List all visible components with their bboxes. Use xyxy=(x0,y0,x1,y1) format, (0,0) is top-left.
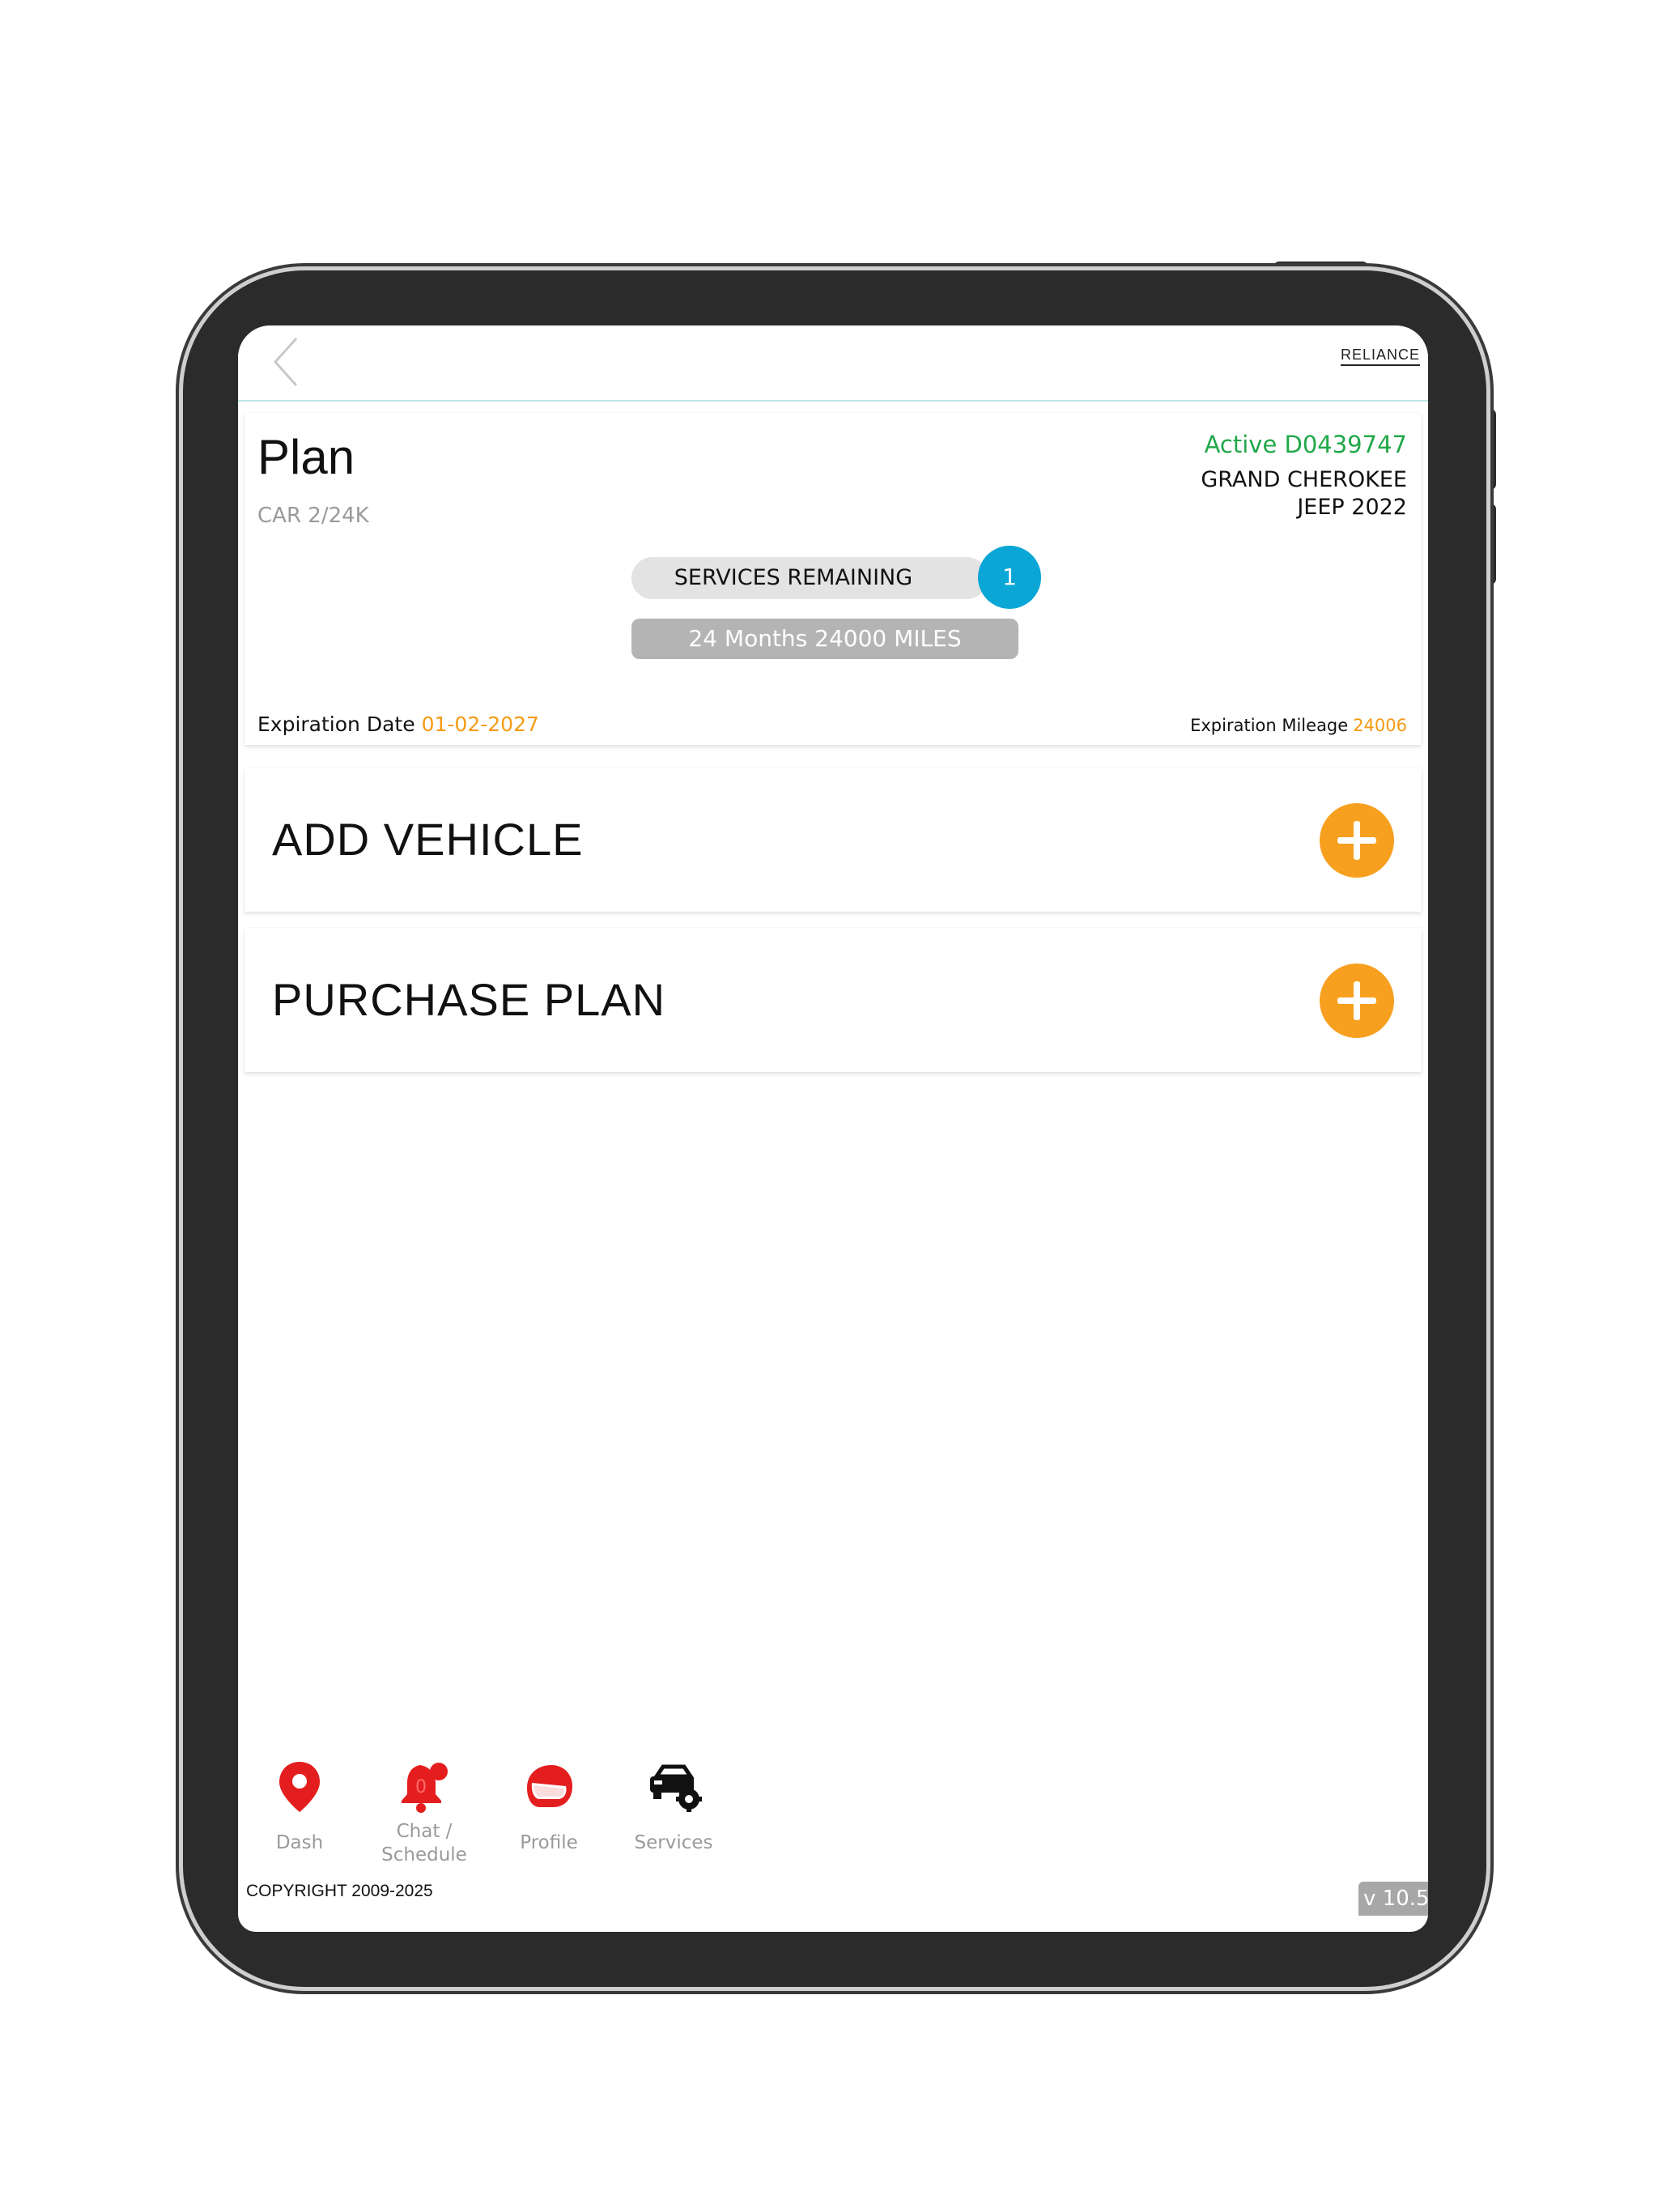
nav-chat-schedule-label: Chat / Schedule xyxy=(368,1820,481,1867)
expiration-date-label: Expiration Date xyxy=(257,713,415,736)
nav-chat-label-line1: Chat / xyxy=(396,1821,453,1842)
app-screen: RELIANCE Plan CAR 2/24K Active D0439747 … xyxy=(238,325,1428,1932)
nav-profile[interactable]: Profile xyxy=(492,1759,606,1855)
nav-services[interactable]: Services xyxy=(617,1759,730,1855)
expiration-mileage-value: 24006 xyxy=(1353,716,1407,735)
nav-services-label: Services xyxy=(634,1832,713,1853)
bell-icon: 0 xyxy=(402,1763,448,1813)
map-pin-icon xyxy=(279,1762,320,1812)
expiration-mileage-label: Expiration Mileage xyxy=(1190,716,1349,735)
plus-circle-icon[interactable] xyxy=(1320,803,1394,878)
page-title: Plan xyxy=(257,430,355,484)
add-vehicle-label: ADD VEHICLE xyxy=(272,814,584,865)
services-remaining-count: 1 xyxy=(978,546,1041,609)
plus-circle-icon[interactable] xyxy=(1320,963,1394,1038)
nav-chat-schedule[interactable]: 0 Chat / Schedule xyxy=(368,1759,481,1867)
helmet-icon xyxy=(527,1765,572,1807)
expiration-mileage: Expiration Mileage 24006 xyxy=(1190,716,1407,735)
vehicle-model: GRAND CHEROKEE xyxy=(1201,467,1407,492)
vehicle-info: GRAND CHEROKEE JEEP 2022 xyxy=(1201,466,1407,521)
add-vehicle-button[interactable]: ADD VEHICLE xyxy=(244,768,1422,912)
expiration-date: Expiration Date 01-02-2027 xyxy=(257,713,539,736)
chat-badge-count: 0 xyxy=(415,1777,427,1797)
nav-dash-label: Dash xyxy=(275,1832,324,1853)
car-gear-icon xyxy=(650,1764,702,1812)
volume-up-button xyxy=(1485,409,1496,490)
copyright-text: COPYRIGHT 2009-2025 xyxy=(246,1882,433,1900)
nav-profile-label: Profile xyxy=(520,1832,578,1853)
version-badge: v 10.5 xyxy=(1358,1882,1428,1916)
plan-code: CAR 2/24K xyxy=(257,504,369,528)
top-bar: RELIANCE xyxy=(238,325,1428,402)
expiration-date-value: 01-02-2027 xyxy=(421,713,539,736)
services-remaining-pill: SERVICES REMAINING xyxy=(631,557,988,599)
purchase-plan-button[interactable]: PURCHASE PLAN xyxy=(244,928,1422,1072)
volume-down-button xyxy=(1485,504,1496,585)
chevron-left-icon xyxy=(273,337,298,387)
vehicle-make-year: JEEP 2022 xyxy=(1297,495,1407,520)
back-button[interactable] xyxy=(269,334,308,390)
plan-term: 24 Months 24000 MILES xyxy=(631,619,1018,659)
brand-logo: RELIANCE xyxy=(1340,347,1420,366)
plan-status: Active D0439747 xyxy=(1204,431,1407,458)
plan-card: Plan CAR 2/24K Active D0439747 GRAND CHE… xyxy=(244,413,1422,745)
services-remaining-label: SERVICES REMAINING xyxy=(674,565,913,590)
nav-chat-label-line2: Schedule xyxy=(381,1844,467,1865)
purchase-plan-label: PURCHASE PLAN xyxy=(272,974,666,1025)
nav-dash[interactable]: Dash xyxy=(243,1759,356,1855)
